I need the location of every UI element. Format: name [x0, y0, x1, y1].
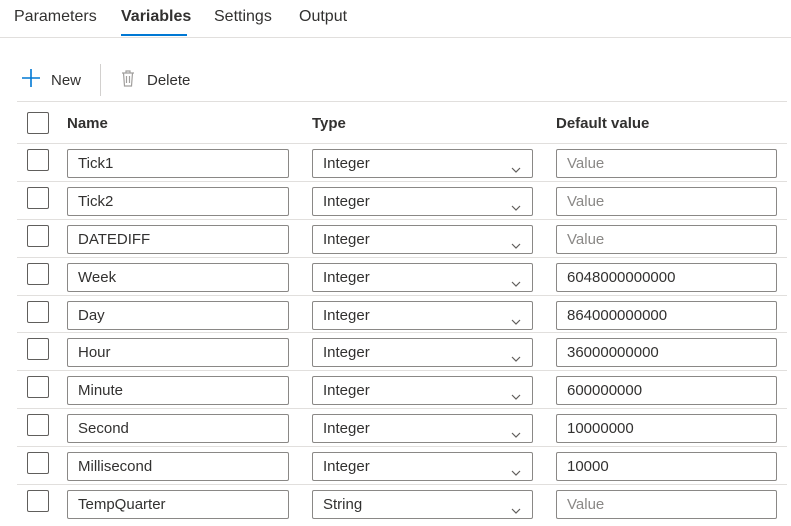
default-value-input[interactable] — [556, 187, 777, 216]
trash-icon — [118, 68, 138, 93]
variable-type-value: Integer — [323, 193, 370, 210]
tab-parameters[interactable]: Parameters — [14, 8, 97, 26]
column-header-name: Name — [67, 115, 108, 132]
table-row: Integer — [17, 181, 787, 220]
table-row: Integer — [17, 446, 787, 485]
active-tab-indicator — [121, 34, 187, 36]
default-value-input[interactable] — [556, 263, 777, 292]
chevron-down-icon — [510, 272, 522, 287]
variable-type-value: Integer — [323, 420, 370, 437]
default-value-input[interactable] — [556, 225, 777, 254]
variable-type-value: Integer — [323, 458, 370, 475]
default-value-input[interactable] — [556, 376, 777, 405]
variable-type-value: Integer — [323, 382, 370, 399]
variable-name-input[interactable] — [67, 490, 289, 519]
variable-type-select[interactable]: Integer — [312, 187, 533, 216]
chevron-down-icon — [510, 347, 522, 362]
variable-type-select[interactable]: Integer — [312, 263, 533, 292]
select-all-checkbox[interactable] — [27, 112, 49, 134]
table-row: Integer — [17, 332, 787, 371]
row-checkbox[interactable] — [27, 338, 49, 360]
variable-type-value: Integer — [323, 307, 370, 324]
variable-type-value: Integer — [323, 231, 370, 248]
table-header-row: Name Type Default value — [17, 101, 787, 143]
row-checkbox[interactable] — [27, 225, 49, 247]
tab-settings[interactable]: Settings — [214, 8, 272, 26]
row-checkbox[interactable] — [27, 263, 49, 285]
new-button-label: New — [51, 71, 82, 89]
default-value-input[interactable] — [556, 490, 777, 519]
chevron-down-icon — [510, 423, 522, 438]
row-checkbox[interactable] — [27, 490, 49, 512]
column-header-default-value: Default value — [556, 115, 650, 132]
delete-button[interactable]: Delete — [118, 62, 190, 98]
plus-icon — [20, 67, 42, 94]
variable-type-value: Integer — [323, 344, 370, 361]
variable-type-select[interactable]: Integer — [312, 301, 533, 330]
chevron-down-icon — [510, 461, 522, 476]
variable-name-input[interactable] — [67, 149, 289, 178]
variable-type-select[interactable]: Integer — [312, 376, 533, 405]
chevron-down-icon — [510, 310, 522, 325]
column-header-type: Type — [312, 115, 346, 132]
chevron-down-icon — [510, 234, 522, 249]
new-button[interactable]: New — [20, 62, 81, 98]
variable-name-input[interactable] — [67, 301, 289, 330]
variable-type-select[interactable]: String — [312, 490, 533, 519]
tab-variables[interactable]: Variables — [121, 8, 191, 26]
variable-type-value: String — [323, 496, 363, 513]
default-value-input[interactable] — [556, 301, 777, 330]
variable-name-input[interactable] — [67, 263, 289, 292]
row-checkbox[interactable] — [27, 414, 49, 436]
chevron-down-icon — [510, 385, 522, 400]
default-value-input[interactable] — [556, 414, 777, 443]
chevron-down-icon — [510, 158, 522, 173]
variable-type-value: Integer — [323, 269, 370, 286]
variable-type-select[interactable]: Integer — [312, 452, 533, 481]
variable-type-select[interactable]: Integer — [312, 414, 533, 443]
row-checkbox[interactable] — [27, 301, 49, 323]
chevron-down-icon — [510, 196, 522, 211]
table-row: String — [17, 484, 787, 523]
row-checkbox[interactable] — [27, 452, 49, 474]
tab-bar: Parameters Variables Settings Output — [0, 0, 791, 38]
variable-name-input[interactable] — [67, 225, 289, 254]
variable-name-input[interactable] — [67, 338, 289, 367]
variable-name-input[interactable] — [67, 452, 289, 481]
tab-output[interactable]: Output — [299, 8, 347, 26]
table-row: Integer — [17, 295, 787, 334]
delete-button-label: Delete — [147, 71, 191, 89]
table-row: Integer — [17, 219, 787, 258]
table-row: Integer — [17, 257, 787, 296]
toolbar-divider — [100, 64, 101, 96]
default-value-input[interactable] — [556, 149, 777, 178]
variable-name-input[interactable] — [67, 414, 289, 443]
table-row: Integer — [17, 143, 787, 182]
default-value-input[interactable] — [556, 452, 777, 481]
row-checkbox[interactable] — [27, 376, 49, 398]
variable-type-select[interactable]: Integer — [312, 149, 533, 178]
variable-name-input[interactable] — [67, 376, 289, 405]
variable-name-input[interactable] — [67, 187, 289, 216]
default-value-input[interactable] — [556, 338, 777, 367]
variable-type-select[interactable]: Integer — [312, 225, 533, 254]
toolbar: New Delete — [0, 62, 791, 100]
table-row: Integer — [17, 408, 787, 447]
chevron-down-icon — [510, 499, 522, 514]
table-row: Integer — [17, 370, 787, 409]
row-checkbox[interactable] — [27, 149, 49, 171]
variable-type-select[interactable]: Integer — [312, 338, 533, 367]
row-checkbox[interactable] — [27, 187, 49, 209]
variable-type-value: Integer — [323, 155, 370, 172]
